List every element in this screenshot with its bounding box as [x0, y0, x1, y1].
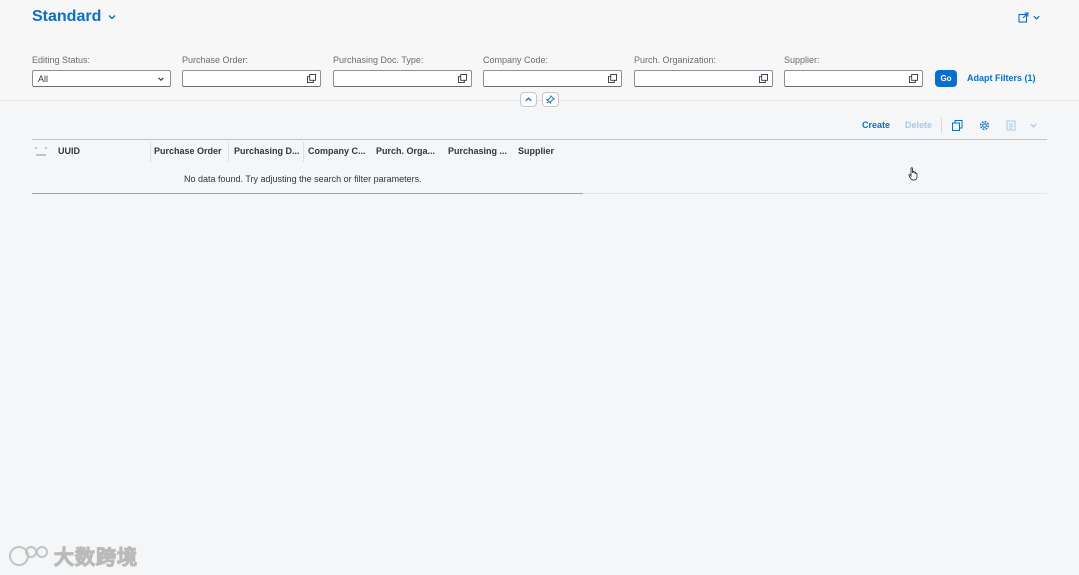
copy-icon — [952, 119, 963, 131]
chevron-down-icon — [108, 15, 116, 20]
purchase-order-input[interactable] — [182, 70, 321, 87]
value-help-icon[interactable] — [608, 74, 617, 83]
column-separator — [150, 142, 151, 162]
company-code-input[interactable] — [483, 70, 622, 87]
value-help-icon[interactable] — [909, 74, 918, 83]
collapse-header-button[interactable] — [520, 92, 537, 107]
table-settings-button[interactable] — [979, 120, 990, 131]
variant-selector[interactable]: Standard — [32, 8, 117, 26]
column-header-purchasing-doc-type[interactable]: Purchasing D... — [234, 140, 304, 162]
delete-button[interactable]: Delete — [905, 120, 932, 130]
column-header-purchasing-group[interactable]: Purchasing ... — [448, 140, 512, 162]
copy-button[interactable] — [952, 119, 963, 131]
chevron-down-icon — [1033, 15, 1040, 20]
filter-supplier: Supplier: — [784, 55, 923, 87]
column-header-supplier[interactable]: Supplier — [518, 140, 578, 162]
column-header-company-code[interactable]: Company C... — [308, 140, 372, 162]
value-help-icon[interactable] — [458, 74, 467, 83]
column-separator — [303, 142, 304, 162]
column-separator — [228, 142, 229, 162]
export-icon — [1006, 120, 1016, 130]
chevron-down-icon — [158, 77, 164, 81]
filter-label: Editing Status: — [32, 55, 91, 65]
hand-cursor-icon — [908, 167, 918, 181]
adapt-filters-button[interactable]: Adapt Filters (1) — [967, 73, 1036, 83]
share-icon — [1018, 12, 1029, 23]
table-toolbar: Create Delete — [862, 117, 1039, 133]
watermark: 大数跨境 — [8, 541, 138, 570]
column-header-purchase-order[interactable]: Purchase Order — [154, 140, 228, 162]
select-all-checkbox[interactable] — [35, 146, 47, 156]
pin-icon — [546, 95, 555, 104]
export-menu-button[interactable] — [1028, 120, 1039, 131]
editing-status-select[interactable]: All — [32, 70, 171, 87]
filter-header: Standard Editing Status: All Purchase Or… — [0, 0, 1079, 101]
value-help-icon[interactable] — [307, 74, 316, 83]
column-header-uuid[interactable]: UUID — [58, 140, 150, 162]
filter-label: Purch. Organization: — [634, 55, 717, 65]
filter-label: Company Code: — [483, 55, 549, 65]
no-data-message: No data found. Try adjusting the search … — [184, 174, 422, 184]
filter-company-code: Company Code: — [483, 55, 622, 87]
table-bottom-border-light — [583, 193, 1047, 194]
watermark-logo-icon — [9, 545, 48, 566]
purch-organization-input[interactable] — [634, 70, 773, 87]
supplier-input[interactable] — [784, 70, 923, 87]
table-header-row: UUID Purchase Order Purchasing D... Comp… — [32, 140, 583, 162]
pin-header-button[interactable] — [542, 92, 559, 107]
toolbar-separator — [941, 117, 943, 133]
column-header-purch-organization[interactable]: Purch. Orga... — [376, 140, 444, 162]
filter-purchase-order: Purchase Order: — [182, 55, 321, 87]
filter-label: Purchasing Doc. Type: — [333, 55, 424, 65]
filter-label: Supplier: — [784, 55, 820, 65]
filter-label: Purchase Order: — [182, 55, 249, 65]
header-controls — [520, 92, 559, 107]
share-button[interactable] — [1018, 12, 1041, 23]
variant-title: Standard — [32, 8, 102, 25]
select-value: All — [38, 74, 49, 84]
filter-purch-organization: Purch. Organization: — [634, 55, 773, 87]
value-help-icon[interactable] — [759, 74, 768, 83]
watermark-text: 大数跨境 — [54, 545, 138, 570]
filter-purchasing-doc-type: Purchasing Doc. Type: — [333, 55, 472, 87]
chevron-down-icon — [1030, 123, 1037, 128]
create-button[interactable]: Create — [862, 120, 890, 130]
purchasing-doc-type-input[interactable] — [333, 70, 472, 87]
gear-icon — [979, 120, 990, 130]
go-button[interactable]: Go — [935, 70, 957, 87]
filter-editing-status: Editing Status: All — [32, 55, 171, 87]
chevron-up-icon — [525, 97, 532, 102]
table-bottom-border — [32, 193, 583, 194]
export-button[interactable] — [1006, 120, 1017, 131]
